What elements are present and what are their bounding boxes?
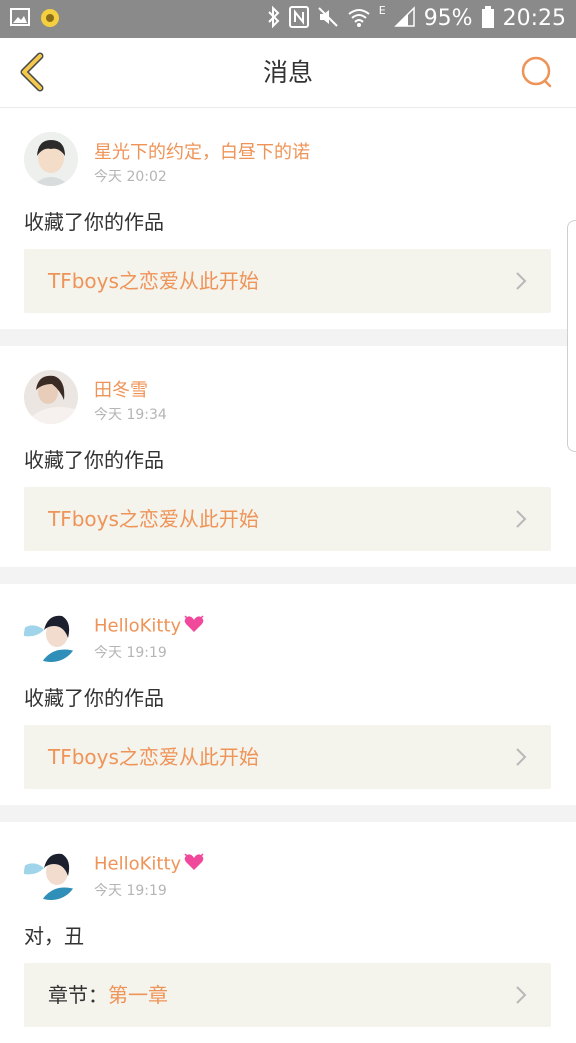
- work-link[interactable]: TFboys之恋爱从此开始: [24, 725, 551, 789]
- network-type-label: E: [378, 4, 386, 17]
- search-icon: [521, 56, 552, 88]
- message-item: 田冬雪 今天 19:34 收藏了你的作品 TFboys之恋爱从此开始: [0, 346, 576, 567]
- work-link[interactable]: TFboys之恋爱从此开始: [24, 249, 551, 313]
- battery-icon: [481, 6, 495, 32]
- divider: [0, 805, 576, 822]
- avatar[interactable]: [24, 608, 78, 662]
- bluetooth-icon: [267, 5, 281, 32]
- page-title: 消息: [262, 58, 313, 87]
- work-title: TFboys之恋爱从此开始: [48, 269, 259, 293]
- work-title: TFboys之恋爱从此开始: [48, 507, 259, 531]
- avatar[interactable]: [24, 132, 78, 186]
- scroll-handle[interactable]: [567, 220, 576, 452]
- chevron-right-icon: [516, 272, 527, 290]
- chapter-title: 章节：第一章: [48, 963, 168, 1027]
- user-name[interactable]: 田冬雪: [94, 376, 148, 402]
- divider: [0, 567, 576, 584]
- battery-percent: 95%: [423, 6, 473, 31]
- message-time: 今天 20:02: [94, 169, 167, 185]
- chapter-link[interactable]: 章节：第一章: [24, 963, 551, 1027]
- work-link[interactable]: TFboys之恋爱从此开始: [24, 487, 551, 551]
- chevron-right-icon: [516, 986, 527, 1004]
- chevron-right-icon: [516, 510, 527, 528]
- chevron-right-icon: [516, 748, 527, 766]
- work-title: TFboys之恋爱从此开始: [48, 745, 259, 769]
- nav-bar: 消息: [0, 38, 576, 108]
- message-text: 收藏了你的作品: [24, 448, 164, 472]
- gallery-icon: [10, 7, 30, 33]
- mute-icon: [317, 6, 339, 32]
- message-time: 今天 19:19: [94, 645, 167, 661]
- status-bar: E 95% 20:25: [0, 0, 576, 38]
- user-name[interactable]: HelloKitty: [94, 614, 205, 639]
- user-name[interactable]: HelloKitty: [94, 852, 205, 877]
- wifi-icon: [347, 6, 371, 32]
- chapter-prefix: 章节：: [48, 983, 108, 1007]
- message-item: HelloKitty 今天 19:19 收藏了你的作品 TFboys之恋爱从此开…: [0, 584, 576, 805]
- message-item: 星光下的约定，白昼下的诺 今天 20:02 收藏了你的作品 TFboys之恋爱从…: [0, 108, 576, 329]
- message-list: 星光下的约定，白昼下的诺 今天 20:02 收藏了你的作品 TFboys之恋爱从…: [0, 108, 576, 1043]
- heart-icon: [183, 614, 205, 639]
- message-text: 对，丑: [24, 924, 84, 948]
- avatar[interactable]: [24, 846, 78, 900]
- user-name[interactable]: 星光下的约定，白昼下的诺: [94, 138, 310, 164]
- chapter-name: 第一章: [108, 983, 168, 1007]
- message-item: HelloKitty 今天 19:19 对，丑 章节：第一章: [0, 822, 576, 1043]
- message-text: 收藏了你的作品: [24, 686, 164, 710]
- nfc-icon: [288, 6, 309, 32]
- divider: [0, 329, 576, 346]
- back-button[interactable]: [14, 52, 54, 92]
- clock: 20:25: [502, 6, 566, 31]
- signal-icon: [393, 6, 416, 32]
- avatar[interactable]: [24, 370, 78, 424]
- search-button[interactable]: [520, 55, 554, 89]
- message-time: 今天 19:19: [94, 883, 167, 899]
- message-text: 收藏了你的作品: [24, 210, 164, 234]
- message-time: 今天 19:34: [94, 407, 167, 423]
- notification-icon: [40, 7, 60, 33]
- chevron-left-icon: [20, 52, 44, 92]
- heart-icon: [183, 852, 205, 877]
